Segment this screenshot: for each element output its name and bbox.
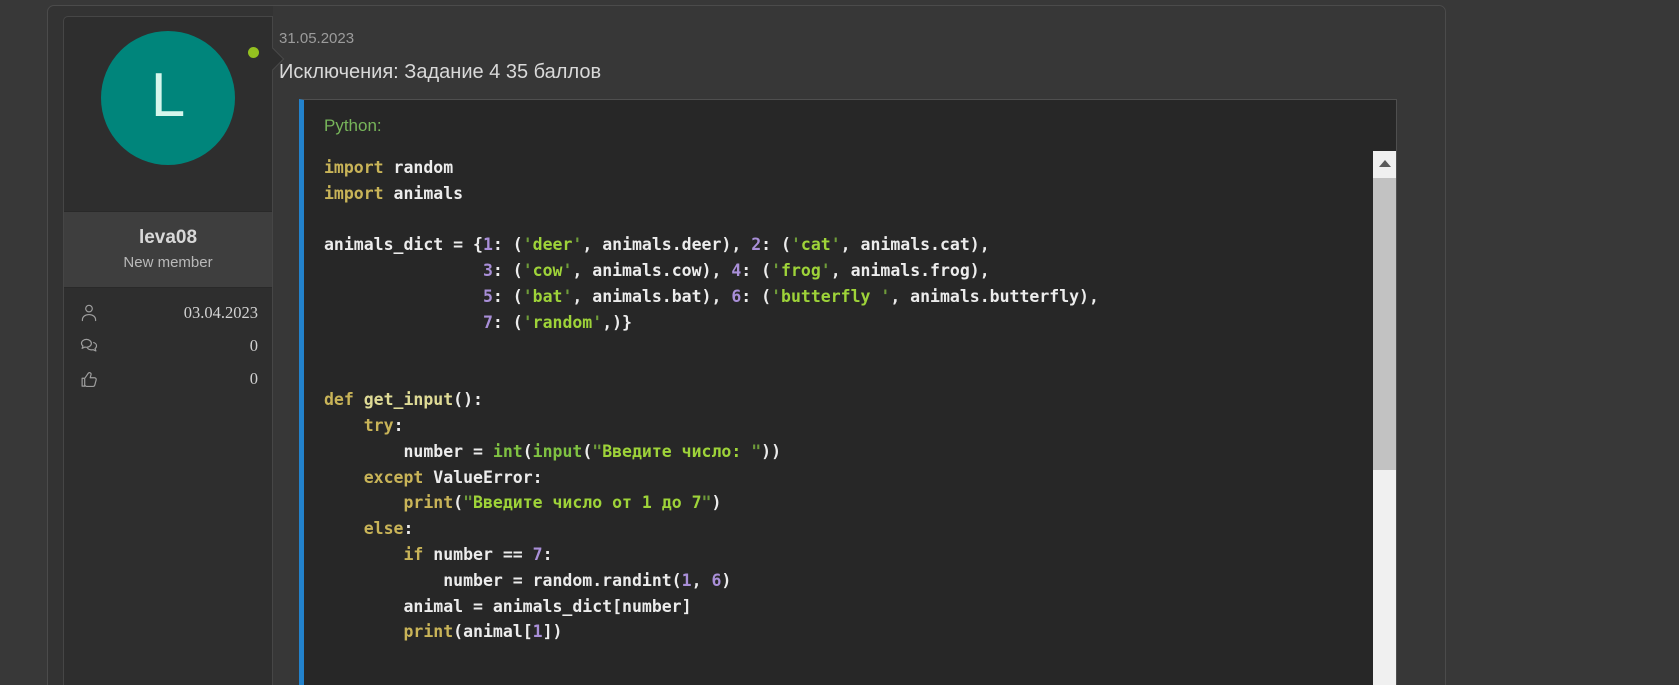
code-scroll-area[interactable]: import randomimport animalsanimals_dict … [304, 151, 1396, 685]
scrollbar[interactable] [1373, 151, 1396, 685]
messages-count: 0 [250, 336, 258, 356]
avatar-section: L [64, 31, 272, 211]
post-title: Исключения: Задание 4 35 баллов [279, 61, 1421, 84]
scrollbar-thumb[interactable] [1373, 178, 1396, 470]
message-content: 31.05.2023 Исключения: Задание 4 35 балл… [273, 6, 1445, 685]
post-date[interactable]: 31.05.2023 [279, 30, 1421, 47]
avatar[interactable]: L [101, 31, 235, 165]
scrollbar-up-button[interactable] [1373, 151, 1396, 175]
code-block: Python: import randomimport animalsanima… [299, 99, 1397, 685]
join-date-value: 03.04.2023 [184, 303, 258, 323]
avatar-letter: L [151, 65, 185, 127]
code-content: import randomimport animalsanimals_dict … [304, 151, 1396, 645]
forum-post: L leva08 New member 03.04.2023 [47, 5, 1446, 685]
messages-row: 0 [78, 329, 258, 362]
user-stats: 03.04.2023 0 0 [64, 288, 272, 403]
code-language-label: Python: [304, 100, 1396, 151]
messages-icon [78, 335, 100, 357]
online-indicator-icon [248, 47, 259, 58]
user-icon [78, 302, 100, 324]
likes-count: 0 [250, 369, 258, 389]
user-info: leva08 New member [64, 211, 272, 288]
author-sidebar: L leva08 New member 03.04.2023 [63, 16, 273, 685]
user-role: New member [70, 254, 266, 271]
likes-icon [78, 368, 100, 390]
likes-row: 0 [78, 362, 258, 395]
username-link[interactable]: leva08 [70, 227, 266, 249]
join-date-row: 03.04.2023 [78, 296, 258, 329]
scroll-up-arrow-icon [1379, 160, 1391, 167]
